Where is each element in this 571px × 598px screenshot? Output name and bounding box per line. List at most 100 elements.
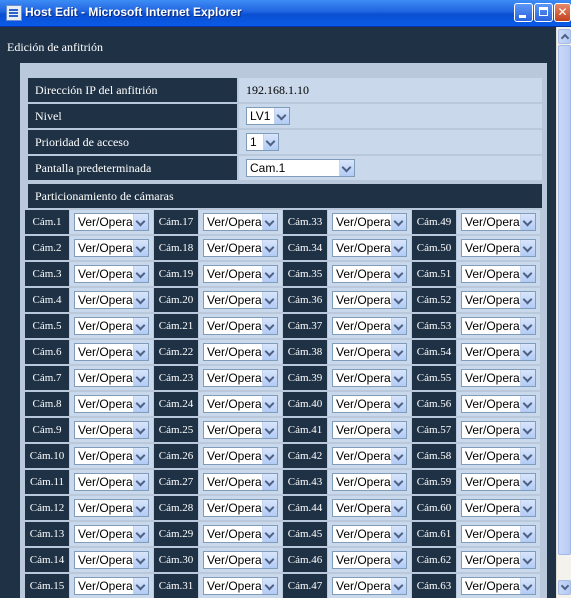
camera-permission-select[interactable]: Ver/Operar [332, 421, 407, 439]
camera-cell: Cám.23 Ver/Operar [154, 366, 282, 390]
camera-permission-select[interactable]: Ver/Operar [332, 577, 407, 595]
camera-permission-select[interactable]: Ver/Operar [332, 499, 407, 517]
camera-permission-select[interactable]: Ver/Operar [461, 577, 536, 595]
camera-permission-select[interactable]: Ver/Operar [461, 395, 536, 413]
level-select[interactable]: LV1 [246, 107, 290, 125]
camera-permission-select[interactable]: Ver/Operar [332, 213, 407, 231]
camera-permission-select[interactable]: Ver/Operar [332, 525, 407, 543]
camera-permission-select[interactable]: Ver/Operar [74, 291, 149, 309]
camera-permission-select[interactable]: Ver/Operar [74, 551, 149, 569]
camera-permission-select[interactable]: Ver/Operar [461, 291, 536, 309]
camera-permission-select[interactable]: Ver/Operar [461, 551, 536, 569]
camera-permission-select[interactable]: Ver/Operar [332, 369, 407, 387]
minimize-button[interactable] [514, 3, 533, 22]
camera-permission-select[interactable]: Ver/Operar [461, 447, 536, 465]
camera-permission-select[interactable]: Ver/Operar [332, 291, 407, 309]
camera-label: Cám.58 [412, 444, 456, 468]
camera-permission-select[interactable]: Ver/Operar [74, 499, 149, 517]
camera-permission-select[interactable]: Ver/Operar [461, 499, 536, 517]
camera-permission-value: Ver/Operar [207, 501, 266, 515]
camera-permission-select[interactable]: Ver/Operar [203, 473, 278, 491]
camera-permission-select[interactable]: Ver/Operar [461, 213, 536, 231]
camera-permission-select[interactable]: Ver/Operar [332, 447, 407, 465]
camera-permission-select[interactable]: Ver/Operar [74, 395, 149, 413]
camera-permission-select[interactable]: Ver/Operar [203, 551, 278, 569]
camera-permission-select[interactable]: Ver/Operar [461, 421, 536, 439]
camera-permission-select[interactable]: Ver/Operar [203, 369, 278, 387]
camera-permission-select[interactable]: Ver/Operar [74, 525, 149, 543]
camera-permission-select[interactable]: Ver/Operar [203, 421, 278, 439]
camera-label: Cám.22 [154, 340, 198, 364]
camera-permission-value: Ver/Operar [207, 293, 266, 307]
camera-permission-select[interactable]: Ver/Operar [332, 473, 407, 491]
camera-permission-value: Ver/Operar [78, 449, 137, 463]
chevron-down-icon [520, 474, 535, 490]
camera-permission-select[interactable]: Ver/Operar [203, 317, 278, 335]
scroll-down-icon[interactable] [558, 580, 571, 595]
camera-permission-select[interactable]: Ver/Operar [203, 499, 278, 517]
chevron-down-icon [391, 448, 406, 464]
scroll-up-icon[interactable] [558, 29, 571, 44]
camera-permission-select[interactable]: Ver/Operar [332, 265, 407, 283]
chevron-down-icon [133, 526, 148, 542]
chevron-down-icon [263, 134, 278, 150]
priority-select[interactable]: 1 [246, 133, 279, 151]
camera-permission-select[interactable]: Ver/Operar [203, 291, 278, 309]
camera-cell: Cám.26 Ver/Operar [154, 444, 282, 468]
level-row: Nivel LV1 [28, 104, 542, 128]
camera-permission-select[interactable]: Ver/Operar [203, 577, 278, 595]
camera-permission-select[interactable]: Ver/Operar [74, 265, 149, 283]
camera-permission-select[interactable]: Ver/Operar [74, 317, 149, 335]
camera-permission-select[interactable]: Ver/Operar [461, 525, 536, 543]
camera-select-cell: Ver/Operar [457, 496, 540, 520]
vertical-scrollbar[interactable] [556, 27, 571, 598]
camera-select-cell: Ver/Operar [328, 288, 411, 312]
camera-cell: Cám.25 Ver/Operar [154, 418, 282, 442]
camera-label: Cám.17 [154, 210, 198, 234]
camera-permission-select[interactable]: Ver/Operar [461, 473, 536, 491]
camera-permission-select[interactable]: Ver/Operar [74, 447, 149, 465]
camera-select-cell: Ver/Operar [70, 236, 153, 260]
camera-permission-select[interactable]: Ver/Operar [203, 265, 278, 283]
camera-permission-select[interactable]: Ver/Operar [74, 421, 149, 439]
close-button[interactable]: ✕ [554, 3, 571, 22]
camera-label: Cám.15 [25, 574, 69, 598]
camera-permission-select[interactable]: Ver/Operar [203, 395, 278, 413]
camera-permission-select[interactable]: Ver/Operar [203, 239, 278, 257]
maximize-button[interactable] [534, 3, 553, 22]
camera-permission-select[interactable]: Ver/Operar [332, 317, 407, 335]
camera-permission-select[interactable]: Ver/Operar [461, 317, 536, 335]
default-screen-select[interactable]: Cam.1 [246, 159, 355, 177]
camera-permission-select[interactable]: Ver/Operar [203, 343, 278, 361]
camera-permission-select[interactable]: Ver/Operar [203, 213, 278, 231]
camera-permission-select[interactable]: Ver/Operar [332, 395, 407, 413]
camera-permission-select[interactable]: Ver/Operar [203, 447, 278, 465]
camera-permission-select[interactable]: Ver/Operar [332, 551, 407, 569]
camera-permission-select[interactable]: Ver/Operar [461, 265, 536, 283]
camera-label: Cám.42 [283, 444, 327, 468]
camera-cell: Cám.37 Ver/Operar [283, 314, 411, 338]
camera-permission-select[interactable]: Ver/Operar [332, 239, 407, 257]
camera-permission-select[interactable]: Ver/Operar [461, 343, 536, 361]
camera-permission-select[interactable]: Ver/Operar [74, 577, 149, 595]
camera-permission-select[interactable]: Ver/Operar [74, 213, 149, 231]
camera-permission-value: Ver/Operar [78, 501, 137, 515]
camera-permission-select[interactable]: Ver/Operar [461, 369, 536, 387]
chevron-down-icon [262, 344, 277, 360]
camera-select-cell: Ver/Operar [328, 470, 411, 494]
camera-cell: Cám.30 Ver/Operar [154, 548, 282, 572]
camera-permission-select[interactable]: Ver/Operar [74, 369, 149, 387]
camera-cell: Cám.34 Ver/Operar [283, 236, 411, 260]
camera-label: Cám.9 [25, 418, 69, 442]
camera-permission-value: Ver/Operar [207, 215, 266, 229]
camera-permission-select[interactable]: Ver/Operar [74, 343, 149, 361]
camera-permission-value: Ver/Operar [465, 449, 524, 463]
camera-permission-select[interactable]: Ver/Operar [332, 343, 407, 361]
camera-permission-select[interactable]: Ver/Operar [461, 239, 536, 257]
camera-select-cell: Ver/Operar [457, 418, 540, 442]
camera-permission-select[interactable]: Ver/Operar [74, 473, 149, 491]
camera-permission-value: Ver/Operar [207, 397, 266, 411]
camera-permission-select[interactable]: Ver/Operar [74, 239, 149, 257]
scroll-thumb[interactable] [558, 45, 571, 555]
camera-permission-select[interactable]: Ver/Operar [203, 525, 278, 543]
